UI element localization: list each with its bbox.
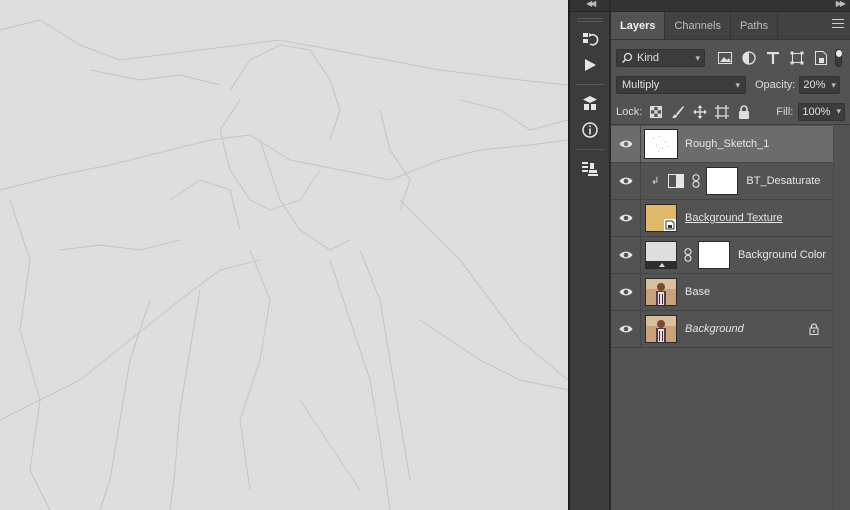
- layer-thumbnail: [645, 278, 677, 306]
- history-icon[interactable]: [570, 26, 610, 52]
- visibility-eye-icon[interactable]: [611, 310, 641, 348]
- lock-image-pixels-icon[interactable]: [667, 102, 689, 122]
- layer-filter-row: Kind ▾: [611, 43, 850, 73]
- libraries-icon[interactable]: [570, 91, 610, 117]
- layer-thumbnail: [645, 241, 677, 269]
- black-white-adjustment-icon: [667, 173, 685, 189]
- fill-value: 100%: [802, 105, 831, 118]
- tab-layers[interactable]: Layers: [611, 12, 666, 39]
- blend-mode-value: Multiply: [622, 79, 660, 91]
- chevron-down-icon: ▾: [695, 52, 700, 63]
- layer-name: Base: [685, 286, 711, 298]
- layer-mask-thumbnail[interactable]: [706, 167, 739, 195]
- lock-row: Lock: Fill: 100% ▾: [611, 99, 850, 125]
- layer-name: Rough_Sketch_1: [685, 138, 770, 150]
- layer-thumbnail: [644, 129, 678, 159]
- type-filter-icon[interactable]: [761, 48, 785, 68]
- tab-channels[interactable]: Channels: [665, 12, 731, 39]
- strip-header: ◀◀: [570, 0, 609, 12]
- lock-label: Lock:: [616, 105, 643, 118]
- lock-artboard-icon[interactable]: [711, 102, 733, 122]
- filter-kind-label: Kind: [637, 52, 660, 64]
- layer-bt-desaturate[interactable]: ↲ BT_Desaturate: [611, 162, 833, 200]
- chevron-down-icon: ▾: [836, 106, 841, 116]
- strip-separator: [574, 84, 605, 85]
- layers-panel: ▶▶ Layers Channels Paths Kind ▾ Multiply…: [611, 0, 850, 510]
- panel-tool-strip: ◀◀: [570, 0, 610, 510]
- chevron-down-icon: ▾: [735, 79, 740, 90]
- layer-name: Background: [685, 323, 744, 335]
- smart-object-badge-icon: [664, 219, 676, 231]
- opacity-label: Opacity:: [755, 79, 796, 91]
- blend-mode-select[interactable]: Multiply ▾: [616, 76, 746, 94]
- chevron-down-icon: ▾: [831, 79, 836, 90]
- strip-separator: [574, 149, 605, 150]
- visibility-eye-icon[interactable]: [611, 199, 641, 237]
- fill-marker-icon: [659, 263, 665, 267]
- mask-link-icon[interactable]: [683, 248, 693, 262]
- layers-list: Rough_Sketch_1 ↲ BT_Desaturate Backgroun…: [611, 125, 833, 348]
- lock-position-icon[interactable]: [689, 102, 711, 122]
- filter-kind-select[interactable]: Kind ▾: [616, 49, 705, 67]
- collapse-right-icon[interactable]: ▶▶: [836, 0, 846, 8]
- rough-sketch-lines: [0, 19, 568, 510]
- filter-toggle[interactable]: [835, 49, 842, 67]
- document-canvas[interactable]: [0, 0, 568, 510]
- opacity-value: 20%: [803, 79, 826, 91]
- layer-name: Background Color: [738, 249, 827, 261]
- visibility-eye-icon[interactable]: [611, 273, 641, 311]
- fill-field[interactable]: 100% ▾: [798, 102, 845, 121]
- strip-grip[interactable]: [576, 18, 603, 22]
- layer-name: Background Texture: [685, 212, 783, 224]
- panel-menu-icon[interactable]: [832, 19, 844, 31]
- adjustment-filter-icon[interactable]: [737, 48, 761, 68]
- layer-thumbnail: [645, 204, 677, 232]
- visibility-eye-icon[interactable]: [611, 162, 641, 200]
- shape-filter-icon[interactable]: [785, 48, 809, 68]
- visibility-eye-icon[interactable]: [611, 236, 641, 274]
- clone-source-icon[interactable]: [570, 156, 610, 182]
- lock-all-icon[interactable]: [733, 102, 755, 122]
- layer-name: BT_Desaturate: [746, 175, 821, 187]
- layer-mask-thumbnail[interactable]: [698, 241, 730, 269]
- fill-label: Fill:: [776, 105, 794, 118]
- layer-thumbnail: [645, 315, 677, 343]
- lock-transparent-pixels-icon[interactable]: [645, 102, 667, 122]
- smart-object-filter-icon[interactable]: [809, 48, 833, 68]
- tab-paths[interactable]: Paths: [731, 12, 779, 39]
- layer-rough-sketch-1[interactable]: Rough_Sketch_1: [611, 125, 833, 163]
- layer-background-color[interactable]: Background Color: [611, 236, 833, 274]
- layer-base[interactable]: Base: [611, 273, 833, 311]
- panel-tabs: Layers Channels Paths: [611, 12, 850, 40]
- layer-background[interactable]: Background: [611, 310, 833, 348]
- clipping-arrow-icon: ↲: [651, 175, 660, 187]
- image-filter-icon[interactable]: [713, 48, 737, 68]
- visibility-eye-icon[interactable]: [611, 125, 641, 163]
- blend-row: Multiply ▾ Opacity: 20% ▾: [611, 73, 850, 97]
- info-icon[interactable]: [570, 117, 610, 143]
- mask-link-icon[interactable]: [691, 174, 701, 188]
- layer-background-texture[interactable]: Background Texture: [611, 199, 833, 237]
- layers-scrollbar[interactable]: [833, 126, 850, 510]
- collapse-left-icon[interactable]: ◀◀: [586, 0, 596, 8]
- panel-header: ▶▶: [611, 0, 850, 12]
- search-icon: [621, 52, 633, 64]
- layer-lock-icon: [809, 323, 819, 338]
- actions-play-icon[interactable]: [570, 52, 610, 78]
- opacity-field[interactable]: 20% ▾: [799, 76, 840, 94]
